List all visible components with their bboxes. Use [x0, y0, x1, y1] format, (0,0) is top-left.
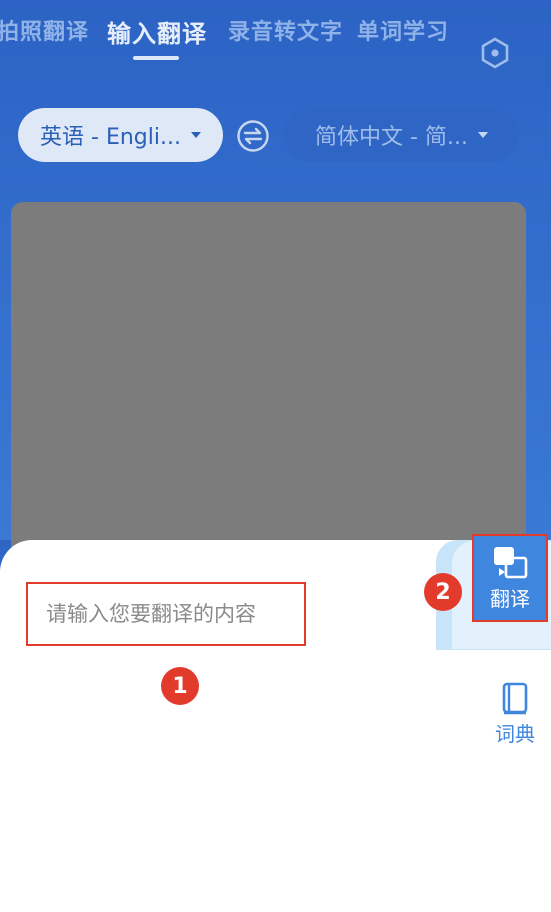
tab-photo-translate[interactable]: 拍照翻译	[0, 14, 89, 46]
chevron-down-icon	[477, 132, 488, 138]
tab-bar: 拍照翻译 输入翻译 录音转文字 单词学习	[0, 14, 470, 64]
source-language-label: 英语 - Engli...	[40, 125, 181, 150]
active-tab-indicator	[133, 56, 179, 60]
translate-button[interactable]: 翻译	[472, 534, 548, 622]
tab-voice-to-text[interactable]: 录音转文字	[228, 14, 343, 46]
step-marker-1: 1	[161, 667, 199, 705]
settings-button[interactable]	[478, 36, 512, 70]
translate-input[interactable]	[44, 601, 298, 627]
translate-icon	[494, 546, 528, 578]
target-language-label: 简体中文 - 简...	[315, 125, 468, 150]
book-icon	[502, 682, 528, 715]
translate-button-label: 翻译	[490, 586, 530, 611]
chevron-down-icon	[190, 132, 201, 138]
tab-input-translate[interactable]: 输入翻译	[107, 14, 207, 49]
tab-word-study[interactable]: 单词学习	[357, 14, 449, 46]
text-input-box[interactable]	[26, 582, 306, 646]
source-language-selector[interactable]: 英语 - Engli...	[18, 108, 223, 162]
step-marker-2: 2	[424, 573, 462, 611]
swap-languages-button[interactable]	[236, 119, 270, 153]
dictionary-button[interactable]: 词典	[490, 682, 540, 747]
settings-hex-icon	[481, 37, 509, 69]
translation-output-panel	[11, 202, 526, 547]
dictionary-button-label: 词典	[495, 722, 535, 746]
swap-arrows-icon	[237, 120, 269, 152]
target-language-selector[interactable]: 简体中文 - 简...	[284, 108, 519, 162]
